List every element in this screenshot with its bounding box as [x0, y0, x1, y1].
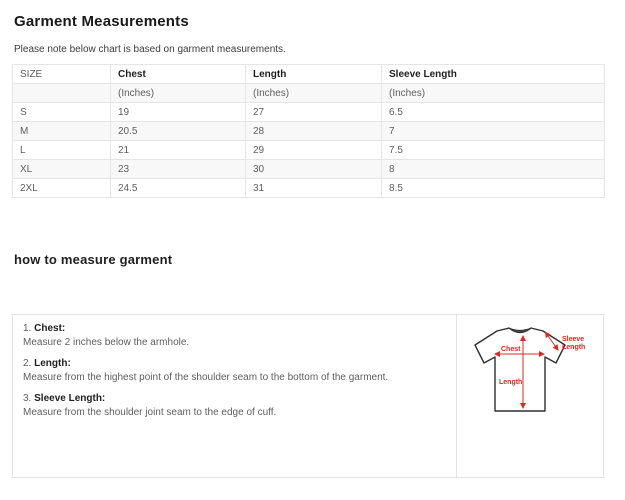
instruction-number: 2. — [23, 358, 31, 369]
cell-sleeve: 6.5 — [382, 103, 605, 122]
instruction-heading: 3. Sleeve Length: — [23, 392, 446, 406]
instruction-desc: Measure from the highest point of the sh… — [23, 371, 446, 385]
cell-sleeve: 7 — [382, 122, 605, 141]
unit-cell-empty — [13, 84, 111, 103]
table-row-m: M 20.5 28 7 — [13, 122, 605, 141]
cell-length: 31 — [246, 179, 382, 198]
instruction-term: Chest: — [34, 323, 65, 334]
cell-length: 29 — [246, 141, 382, 160]
instruction-term: Length: — [34, 358, 71, 369]
unit-cell-sleeve: (Inches) — [382, 84, 605, 103]
instruction-number: 3. — [23, 393, 31, 404]
column-header-size: SIZE — [13, 65, 111, 84]
cell-size: S — [13, 103, 111, 122]
cell-sleeve: 7.5 — [382, 141, 605, 160]
instruction-desc: Measure from the shoulder joint seam to … — [23, 406, 446, 420]
instruction-heading: 2. Length: — [23, 357, 446, 371]
page-title: Garment Measurements — [14, 13, 613, 30]
cell-size: XL — [13, 160, 111, 179]
cell-chest: 20.5 — [111, 122, 246, 141]
length-label: Length — [499, 379, 522, 386]
cell-size: M — [13, 122, 111, 141]
column-header-length: Length — [246, 65, 382, 84]
cell-length: 28 — [246, 122, 382, 141]
table-row-2xl: 2XL 24.5 31 8.5 — [13, 179, 605, 198]
measure-box: 1. Chest: Measure 2 inches below the arm… — [12, 314, 604, 478]
units-row: (Inches) (Inches) (Inches) — [13, 84, 605, 103]
column-header-sleeve-length: Sleeve Length — [382, 65, 605, 84]
instruction-item-chest: 1. Chest: Measure 2 inches below the arm… — [23, 322, 446, 350]
cell-chest: 23 — [111, 160, 246, 179]
note-text: Please note below chart is based on garm… — [14, 44, 613, 55]
cell-sleeve: 8.5 — [382, 179, 605, 198]
instructions-list: 1. Chest: Measure 2 inches below the arm… — [13, 315, 457, 477]
instruction-desc: Measure 2 inches below the armhole. — [23, 336, 446, 350]
instruction-number: 1. — [23, 323, 31, 334]
instruction-item-length: 2. Length: Measure from the highest poin… — [23, 357, 446, 385]
chest-label: Chest — [501, 346, 521, 353]
table-row-s: S 19 27 6.5 — [13, 103, 605, 122]
cell-chest: 19 — [111, 103, 246, 122]
unit-cell-length: (Inches) — [246, 84, 382, 103]
unit-cell-chest: (Inches) — [111, 84, 246, 103]
column-header-chest: Chest — [111, 65, 246, 84]
table-row-l: L 21 29 7.5 — [13, 141, 605, 160]
cell-sleeve: 8 — [382, 160, 605, 179]
cell-length: 30 — [246, 160, 382, 179]
cell-chest: 21 — [111, 141, 246, 160]
instruction-item-sleeve-length: 3. Sleeve Length: Measure from the shoul… — [23, 392, 446, 420]
instruction-heading: 1. Chest: — [23, 322, 446, 336]
size-chart-table: SIZE Chest Length Sleeve Length (Inches)… — [12, 64, 605, 198]
cell-chest: 24.5 — [111, 179, 246, 198]
section-title-how-to-measure: how to measure garment — [14, 252, 613, 267]
diagram-cell: Chest Length Sleeve Length — [457, 315, 603, 477]
sleeve-label: Sleeve Length — [562, 336, 586, 351]
page: Garment Measurements Please note below c… — [0, 0, 625, 478]
tshirt-diagram: Chest Length Sleeve Length — [466, 323, 594, 417]
cell-size: 2XL — [13, 179, 111, 198]
cell-size: L — [13, 141, 111, 160]
header-row: SIZE Chest Length Sleeve Length — [13, 65, 605, 84]
instruction-term: Sleeve Length: — [34, 393, 105, 404]
cell-length: 27 — [246, 103, 382, 122]
table-row-xl: XL 23 30 8 — [13, 160, 605, 179]
